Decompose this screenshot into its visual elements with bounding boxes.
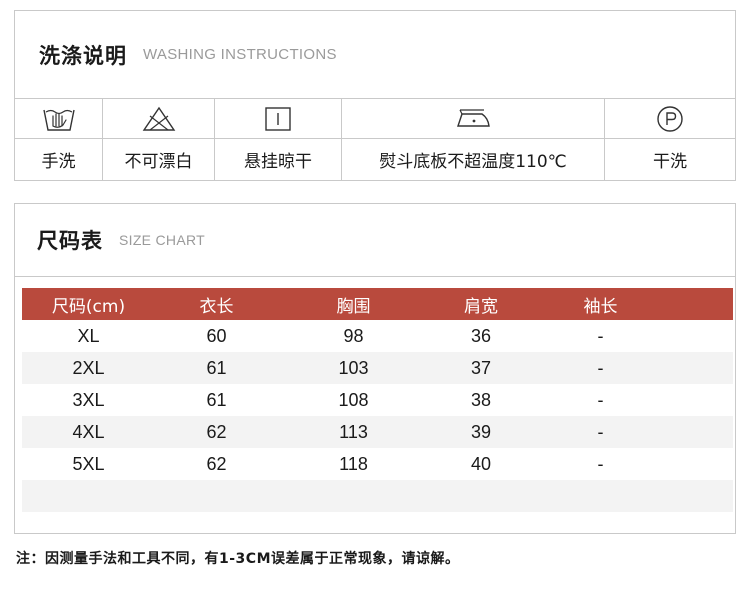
hand-wash-label: 手洗: [41, 152, 76, 172]
column-header-size: 尺码(cm): [51, 296, 126, 317]
washing-instructions-panel: 洗涤说明 WASHING INSTRUCTIONS 手洗 不可漂白 悬挂晾干 熨…: [14, 10, 736, 181]
washing-icon-row: [15, 99, 735, 139]
table-row: XL 60 98 36 -: [22, 320, 733, 352]
empty-table-row: [22, 480, 733, 512]
table-cell: 3XL: [72, 389, 105, 410]
size-table: 尺码(cm) 衣长 胸围 肩宽 袖长 XL 60 98 36 - 2XL 61 …: [22, 288, 733, 512]
measurement-note: 注：因测量手法和工具不同，有1-3CM误差属于正常现象，请谅解。: [16, 551, 460, 567]
iron-label: 熨斗底板不超温度110℃: [379, 152, 567, 172]
table-cell: 62: [206, 453, 227, 474]
table-cell: -: [597, 389, 604, 410]
hand-wash-icon: [42, 109, 75, 131]
table-cell: -: [597, 421, 604, 442]
table-cell: 4XL: [72, 421, 105, 442]
line-dry-cell: [215, 99, 342, 138]
size-chart-panel: 尺码表 SIZE CHART 尺码(cm) 衣长 胸围 肩宽 袖长 XL 60 …: [14, 203, 736, 534]
washing-label-row: 手洗 不可漂白 悬挂晾干 熨斗底板不超温度110℃ 干洗: [15, 139, 735, 180]
size-chart-header: 尺码表 SIZE CHART: [15, 204, 735, 277]
table-cell: 38: [470, 389, 492, 410]
size-chart-title: 尺码表: [37, 229, 103, 253]
table-cell: 98: [343, 325, 364, 346]
table-cell: 5XL: [72, 453, 105, 474]
table-cell: 39: [470, 421, 492, 442]
dry-clean-label: 干洗: [653, 152, 687, 172]
washing-header: 洗涤说明 WASHING INSTRUCTIONS: [15, 11, 735, 99]
hand-wash-cell: [15, 99, 103, 138]
line-dry-label: 悬挂晾干: [244, 152, 312, 172]
dry-clean-icon: [657, 105, 683, 132]
washing-title: 洗涤说明: [39, 43, 127, 68]
column-header-chest: 胸围: [336, 296, 371, 317]
table-cell: 60: [206, 325, 227, 346]
table-cell: 61: [206, 357, 227, 378]
table-row: 4XL 62 113 39 -: [22, 416, 733, 448]
washing-subtitle: WASHING INSTRUCTIONS: [143, 46, 337, 63]
table-cell: 108: [338, 389, 369, 410]
no-bleach-cell: [103, 99, 215, 138]
table-cell: 36: [470, 325, 492, 346]
table-cell: -: [597, 357, 604, 378]
table-cell: 103: [338, 357, 369, 378]
no-bleach-label: 不可漂白: [124, 152, 193, 172]
line-dry-icon: [265, 106, 291, 131]
table-cell: 2XL: [72, 357, 105, 378]
column-header-length: 衣长: [199, 296, 234, 317]
table-cell: -: [597, 453, 604, 474]
table-cell: 118: [339, 453, 368, 474]
table-cell: 113: [339, 421, 368, 442]
table-cell: 40: [470, 453, 492, 474]
table-cell: 37: [470, 357, 492, 378]
dry-clean-cell: [605, 99, 735, 138]
table-row: 5XL 62 118 40 -: [22, 448, 733, 480]
table-cell: 62: [206, 421, 227, 442]
size-chart-subtitle: SIZE CHART: [119, 232, 205, 248]
table-cell: 61: [206, 389, 227, 410]
table-cell: -: [597, 325, 604, 346]
table-cell: XL: [77, 325, 100, 346]
no-bleach-icon: [142, 106, 175, 131]
table-header-row: 尺码(cm) 衣长 胸围 肩宽 袖长: [22, 288, 733, 320]
table-row: 3XL 61 108 38 -: [22, 384, 733, 416]
column-header-shoulder: 肩宽: [464, 296, 498, 317]
iron-cell: [342, 99, 605, 138]
table-row: 2XL 61 103 37 -: [22, 352, 733, 384]
column-header-sleeve: 袖长: [583, 296, 618, 317]
iron-icon: [457, 108, 490, 127]
